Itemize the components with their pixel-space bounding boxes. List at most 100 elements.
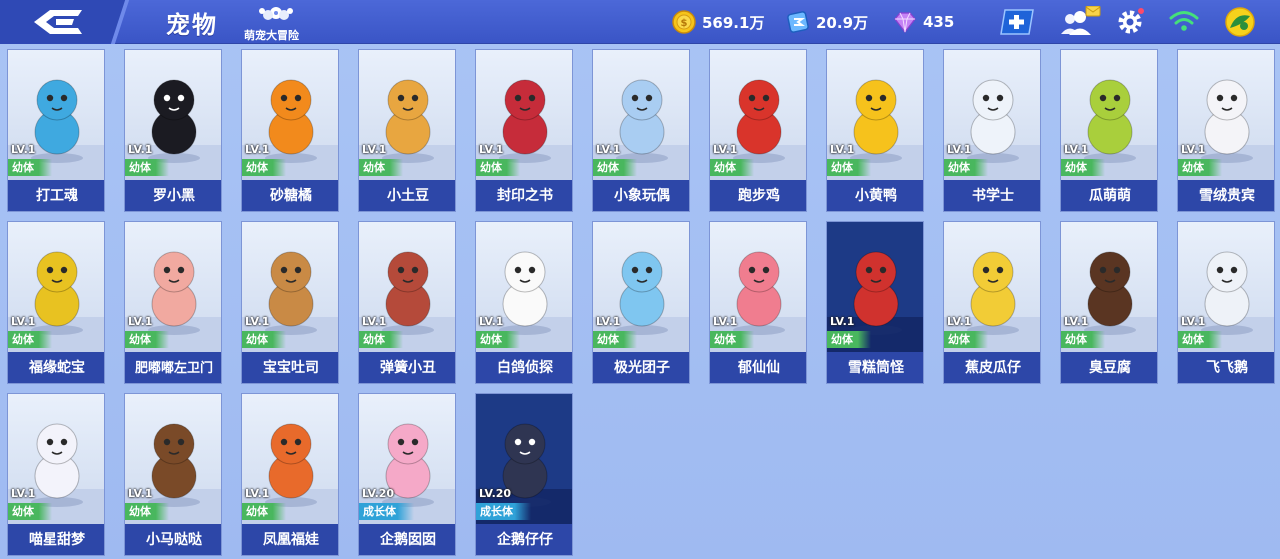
avatar-icon [1225,7,1255,37]
pet-level: LV.1 [479,315,504,328]
pet-name: 臭豆腐 [1061,352,1157,383]
pet-level: LV.1 [713,143,738,156]
pet-card[interactable]: LV.1 幼体 郁仙仙 [709,221,807,384]
pet-stage-badge: 幼体 [827,159,871,176]
back-arrow-icon [34,10,82,34]
pet-card[interactable]: LV.1 幼体 宝宝吐司 [241,221,339,384]
pet-level: LV.1 [947,143,972,156]
pet-card[interactable]: LV.1 幼体 臭豆腐 [1060,221,1158,384]
pet-name: 封印之书 [476,180,572,211]
game-logo: 萌宠大冒险 [236,3,320,42]
pet-name: 飞飞鹅 [1178,352,1274,383]
pet-stage-badge: 幼体 [827,331,871,348]
pet-name: 打工魂 [8,180,104,211]
pet-name: 极光团子 [593,352,689,383]
pet-level: LV.1 [11,315,36,328]
pet-name: 弹簧小丑 [359,352,455,383]
pet-name: 凤凰福娃 [242,524,338,555]
svg-text:$: $ [681,18,688,29]
pet-name: 蕉皮瓜仔 [944,352,1040,383]
pet-stage-badge: 幼体 [8,503,52,520]
friends-button[interactable] [1058,5,1101,38]
pet-stage-badge: 幼体 [8,331,52,348]
pet-name: 郁仙仙 [710,352,806,383]
add-button[interactable] [999,6,1034,38]
pet-card[interactable]: LV.1 幼体 书学士 [943,49,1041,212]
pet-name: 福缘蛇宝 [8,352,104,383]
avatar-button[interactable] [1224,6,1256,38]
pet-card[interactable]: LV.1 幼体 打工魂 [7,49,105,212]
pet-card[interactable]: LV.1 幼体 封印之书 [475,49,573,212]
pet-card[interactable]: LV.1 幼体砂糖橘 [241,49,339,212]
pet-name: 雪糕筒怪 [827,352,923,383]
pet-card[interactable]: LV.20 成长体 企鹅囡囡 [358,393,456,556]
pet-stage-badge: 幼体 [710,159,754,176]
pet-stage-badge: 幼体 [593,159,637,176]
pet-card[interactable]: LV.1 幼体跑步鸡 [709,49,807,212]
pet-card[interactable]: LV.1 幼体极光团子 [592,221,690,384]
pet-name: 跑步鸡 [710,180,806,211]
pet-card[interactable]: LV.20 成长体企鹅仔仔 [475,393,573,556]
pet-card[interactable]: LV.1 幼体肥嘟嘟左卫门 [124,221,222,384]
settings-button[interactable] [1114,6,1146,38]
pet-name: 企鹅仔仔 [476,524,572,555]
page-title: 宠物 [166,11,218,39]
coupon-counter[interactable]: 20.9万 [786,9,868,35]
pet-name: 小马哒哒 [125,524,221,555]
pet-stage-badge: 幼体 [476,159,520,176]
pet-card[interactable]: LV.1 幼体 白鸽侦探 [475,221,573,384]
pet-card[interactable]: LV.1 幼体 小马哒哒 [124,393,222,556]
top-bar: 宠物 萌宠大冒险 $ 569.1万 20.9万 435 [0,0,1280,44]
pet-stage-badge: 幼体 [359,331,403,348]
pet-card[interactable]: LV.1 幼体 小土豆 [358,49,456,212]
pet-card[interactable]: LV.1 幼体福缘蛇宝 [7,221,105,384]
pet-card[interactable]: LV.1 幼体 雪绒贵宾 [1177,49,1275,212]
pet-level: LV.1 [362,315,387,328]
pet-stage-badge: 幼体 [125,331,169,348]
pet-card[interactable]: LV.1 幼体 凤凰福娃 [241,393,339,556]
pet-name: 罗小黑 [125,180,221,211]
pet-stage-badge: 幼体 [242,331,286,348]
pet-level: LV.1 [245,487,270,500]
pet-stage-badge: 幼体 [476,331,520,348]
pet-level: LV.20 [479,487,512,500]
gold-value: 569.1万 [702,13,765,32]
pet-stage-badge: 幼体 [242,159,286,176]
pet-stage-badge: 幼体 [1178,331,1222,348]
pet-card[interactable]: LV.1 幼体 小象玩偶 [592,49,690,212]
pet-level: LV.1 [362,143,387,156]
pet-name: 宝宝吐司 [242,352,338,383]
pet-card[interactable]: LV.1 幼体 飞飞鹅 [1177,221,1275,384]
pet-stage-badge: 幼体 [944,331,988,348]
pet-name: 肥嘟嘟左卫门 [125,352,221,383]
pet-card[interactable]: LV.1 幼体 雪糕筒怪 [826,221,924,384]
pet-card[interactable]: LV.1 幼体 喵星甜梦 [7,393,105,556]
pet-card[interactable]: LV.1 幼体弹簧小丑 [358,221,456,384]
diamond-counter[interactable]: 435 [893,9,954,35]
pet-level: LV.1 [596,143,621,156]
pet-stage-badge: 成长体 [476,503,531,520]
pet-level: LV.1 [245,143,270,156]
pet-stage-badge: 幼体 [710,331,754,348]
pet-card[interactable]: LV.1 幼体 瓜萌萌 [1060,49,1158,212]
pet-level: LV.1 [128,315,153,328]
pet-card[interactable]: LV.1 幼体蕉皮瓜仔 [943,221,1041,384]
gold-counter[interactable]: $ 569.1万 [672,9,764,35]
pet-name: 喵星甜梦 [8,524,104,555]
pet-name: 砂糖橘 [242,180,338,211]
wifi-status [1168,6,1200,38]
pet-stage-badge: 幼体 [593,331,637,348]
pet-card[interactable]: LV.1 幼体 小黄鸭 [826,49,924,212]
back-button[interactable] [0,0,128,44]
pet-stage-badge: 幼体 [1178,159,1222,176]
pet-level: LV.1 [596,315,621,328]
coupon-icon [787,11,809,33]
pet-stage-badge: 幼体 [359,159,403,176]
game-logo-text: 萌宠大冒险 [244,29,299,42]
pet-level: LV.1 [830,143,855,156]
gold-coin-icon: $ [672,10,696,34]
pet-name: 书学士 [944,180,1040,211]
wifi-icon [1169,11,1199,31]
pet-card[interactable]: LV.1 幼体 罗小黑 [124,49,222,212]
pet-level: LV.1 [947,315,972,328]
